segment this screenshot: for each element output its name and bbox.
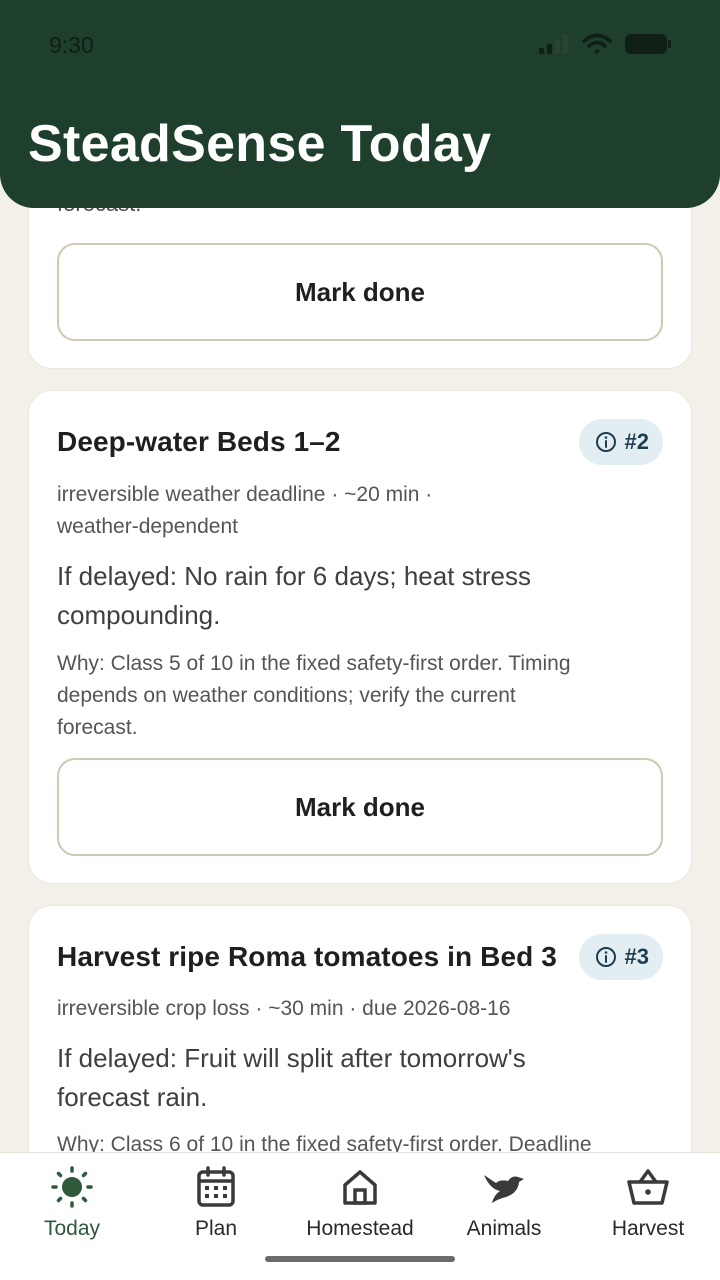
home-indicator[interactable] [265, 1256, 455, 1262]
rank-badge[interactable]: #2 [578, 419, 663, 465]
status-time: 9:30 [49, 32, 94, 58]
mark-done-button[interactable]: Mark done [57, 243, 663, 341]
wifi-icon [582, 33, 612, 54]
task-delay-line: If delayed: Fruit will split after tomor… [57, 1043, 526, 1073]
status-icons [538, 32, 672, 56]
nav-label: Animals [466, 1217, 542, 1240]
nav-item-homestead[interactable]: Homestead [288, 1165, 432, 1241]
nav-item-harvest[interactable]: Harvest [576, 1165, 720, 1241]
task-meta-line: irreversible weather deadline · ~20 min … [57, 483, 433, 506]
task-title: Harvest ripe Roma tomatoes in Bed 3 [57, 941, 557, 972]
nav-label: Today [43, 1217, 101, 1240]
task-card: Harvest ripe Roma tomatoes in Bed 3 #3 i… [28, 905, 692, 1152]
task-delay-line: If delayed: No rain for 6 days; heat str… [57, 561, 532, 591]
nav-item-plan[interactable]: Plan [144, 1165, 288, 1241]
basket-icon [627, 1169, 669, 1205]
task-delay-line: forecast rain. [57, 1082, 208, 1112]
task-meta: irreversible weather deadline · ~20 min … [57, 479, 663, 543]
info-icon [595, 947, 616, 967]
calendar-icon [197, 1166, 235, 1207]
task-delay-line: compounding. [57, 600, 221, 630]
task-why-line: forecast. [57, 716, 138, 739]
nav-label: Plan [194, 1217, 238, 1240]
task-card-header: Deep-water Beds 1–2 #2 [57, 419, 663, 465]
info-icon [595, 432, 616, 452]
sun-icon [51, 1166, 93, 1208]
nav-item-today[interactable]: Today [0, 1165, 144, 1241]
task-why-line: depends on weather conditions; verify th… [57, 684, 516, 707]
nav-item-animals[interactable]: Animals [432, 1165, 576, 1241]
task-meta: irreversible crop loss · ~30 min · due 2… [57, 993, 663, 1025]
nav-label: Homestead [306, 1217, 414, 1240]
task-why-line: Why: Class 5 of 10 in the fixed safety-f… [57, 652, 571, 675]
task-title: Deep-water Beds 1–2 [57, 426, 341, 457]
task-delay-consequence: If delayed: Fruit will split after tomor… [57, 1039, 663, 1117]
task-meta-line: irreversible crop loss · ~30 min · due 2… [57, 997, 511, 1020]
task-why-text: Why: Class 5 of 10 in the fixed safety-f… [57, 648, 663, 744]
task-why-line: Why: Class 6 of 10 in the fixed safety-f… [57, 1133, 592, 1152]
rank-badge[interactable]: #3 [578, 934, 663, 980]
task-why-text: Why: Class 6 of 10 in the fixed safety-f… [57, 1129, 663, 1152]
task-delay-consequence: If delayed: No rain for 6 days; heat str… [57, 557, 663, 635]
bird-icon [484, 1175, 524, 1203]
rank-number: #3 [624, 944, 649, 969]
task-card-header: Harvest ripe Roma tomatoes in Bed 3 #3 [57, 934, 663, 980]
house-icon [343, 1170, 377, 1205]
task-meta-line: weather-dependent [57, 515, 238, 538]
app-header: 9:30 SteadSense Today [0, 0, 720, 208]
battery-icon [625, 34, 671, 54]
rank-number: #2 [624, 429, 649, 454]
page-title: SteadSense Today [28, 115, 492, 173]
nav-label: Harvest [611, 1217, 685, 1240]
mark-done-button[interactable]: Mark done [57, 758, 663, 856]
task-card: Deep-water Beds 1–2 #2 irreversible weat… [28, 390, 692, 884]
signal-icon [539, 34, 568, 54]
